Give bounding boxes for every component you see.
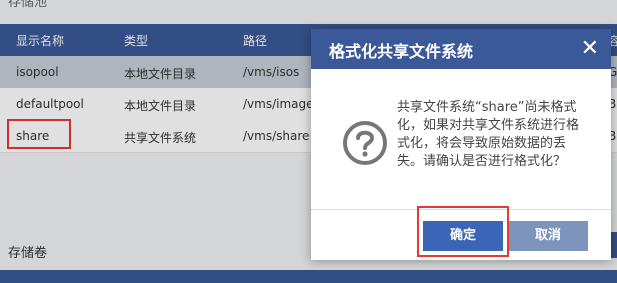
- format-dialog: 格式化共享文件系统 ✕ 共享文件系统“share”尚未格式化，如果对共享文件系统…: [311, 29, 611, 260]
- dialog-header: 格式化共享文件系统 ✕: [311, 29, 611, 69]
- dialog-message: 共享文件系统“share”尚未格式化，如果对共享文件系统进行格式化，将会导致原始…: [397, 100, 580, 169]
- confirm-highlight-box: [417, 206, 509, 257]
- dialog-title: 格式化共享文件系统: [329, 42, 474, 61]
- cancel-button[interactable]: 取消: [508, 221, 588, 251]
- question-icon: [343, 121, 387, 165]
- close-icon[interactable]: ✕: [581, 36, 599, 61]
